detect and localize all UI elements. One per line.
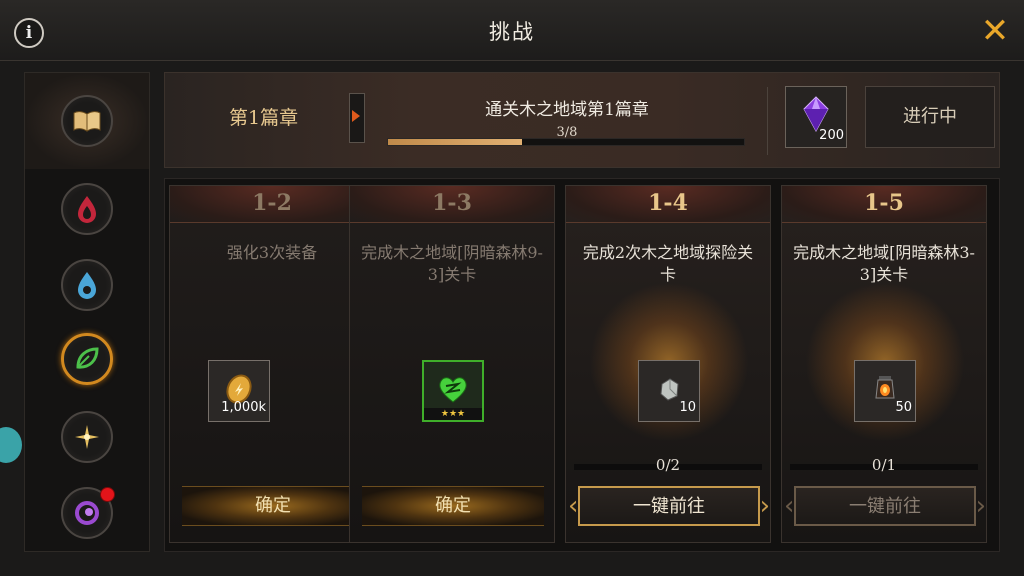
close-icon[interactable]: ✕ [980,14,1010,48]
go-now-button[interactable]: ‹ 一键前往 › [784,486,986,526]
go-now-button[interactable]: ‹ 一键前往 › [568,486,770,526]
chapter-header: 第1篇章 通关木之地域第1篇章 3/8 200 进行中 [164,72,1000,168]
sidebar-item-water[interactable] [61,259,113,311]
mission-card: 1-3 完成木之地域[阴暗森林9-3]关卡 ★★★ 确定 [349,185,555,543]
mission-card-list: 1-2 强化3次装备 1,000k 确定 1-3 完成木之地域[阴暗森林9-3]… [164,178,1000,552]
green-heart-rune-icon [439,376,467,403]
wood-element-icon [76,347,99,369]
chevron-right-icon: › [759,491,770,521]
chapter-status[interactable]: 进行中 [865,86,995,148]
reward-count: 50 [895,400,912,415]
chevron-left-icon: ‹ [784,491,795,521]
floating-side-tab[interactable] [0,427,22,463]
mission-card: 1-5 完成木之地域[阴暗森林3-3]关卡 50 0/1 ‹ 一键前往 › [781,185,987,543]
confirm-button[interactable]: 确定 [362,486,544,526]
book-icon [73,111,101,132]
chevron-left-icon: ‹ [568,491,579,521]
play-arrow-icon [352,110,360,122]
mission-card: 1-2 强化3次装备 1,000k 确定 [169,185,375,543]
confirm-button[interactable]: 确定 [182,486,364,526]
sidebar-item-wood[interactable] [61,333,113,385]
sidebar-item-dark[interactable] [61,487,115,539]
reward-count: 10 [679,400,696,415]
divider [767,87,768,155]
mission-progress-text: 0/1 [871,456,897,474]
dark-element-icon [75,501,99,525]
chapter-progress-fill [388,139,522,145]
element-sidebar [24,72,150,552]
mission-number: 1-3 [432,190,472,216]
reward-item[interactable]: 50 [854,360,916,422]
reward-count: 200 [819,128,844,143]
reward-stars: ★★★ [424,408,482,420]
mission-number: 1-2 [252,190,292,216]
reward-item[interactable]: 10 [638,360,700,422]
top-bar: i 挑战 ✕ [0,0,1024,61]
mission-progress-text: 0/2 [655,456,681,474]
go-now-label: 一键前往 [633,496,705,517]
sidebar-item-fire[interactable] [61,183,113,235]
mission-number: 1-5 [864,190,904,216]
go-now-label: 一键前往 [849,496,921,517]
mission-description: 完成木之地域[阴暗森林9-3]关卡 [361,243,543,284]
chapter-quest-title: 通关木之地域第1篇章 [485,100,649,120]
sidebar-item-book[interactable] [61,95,113,147]
light-element-icon [75,425,99,449]
reward-item[interactable]: ★★★ [422,360,484,422]
mission-description: 完成2次木之地域探险关卡 [582,243,754,284]
chapter-progress-bar [387,138,745,146]
mission-number: 1-4 [648,190,688,216]
chapter-reward[interactable]: 200 [785,86,847,148]
mission-description: 强化3次装备 [226,243,318,262]
notification-badge [100,487,115,502]
mission-card: 1-4 完成2次木之地域探险关卡 10 0/2 ‹ 一键前往 › [565,185,771,543]
fire-element-icon [78,196,96,223]
reward-count: 1,000k [221,400,266,415]
mission-description: 完成木之地域[阴暗森林3-3]关卡 [793,243,975,284]
page-title: 挑战 [489,20,535,44]
water-element-icon [78,272,96,299]
chevron-right-icon: › [975,491,986,521]
reward-item[interactable]: 1,000k [208,360,270,422]
sidebar-item-light[interactable] [61,411,113,463]
chapter-label: 第1篇章 [229,107,299,129]
chapter-expand-button[interactable] [349,93,365,143]
